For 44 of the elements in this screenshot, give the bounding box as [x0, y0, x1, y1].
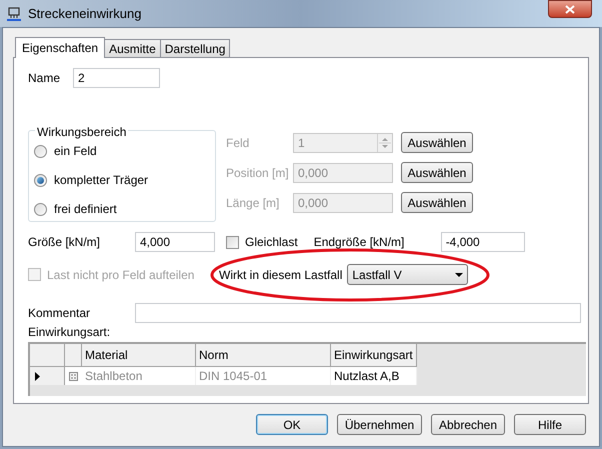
end-size-field[interactable]: -4,000	[440, 232, 525, 252]
field-label: Wirkt in diesem Lastfall	[219, 266, 342, 284]
field-label: Kommentar	[28, 305, 92, 322]
current-row-icon	[35, 372, 40, 380]
name-field[interactable]: 2	[73, 68, 160, 88]
caret-icon	[455, 272, 464, 276]
tab[interactable]: Ausmitte	[104, 39, 161, 57]
tab[interactable]: Darstellung	[160, 39, 230, 57]
radio-button[interactable]	[34, 174, 47, 186]
comment-field[interactable]	[135, 303, 581, 323]
load-case-dropdown[interactable]: Lastfall V	[347, 264, 468, 285]
radio-label: ein Feld	[54, 143, 97, 160]
expand-icon[interactable]	[69, 372, 78, 380]
dialog-button[interactable]: Übernehmen	[337, 414, 422, 435]
field-label: Name	[28, 70, 62, 87]
radio-label: kompletter Träger	[54, 172, 148, 189]
table-cell: Stahlbeton	[82, 367, 196, 385]
checkbox-label: Gleichlast	[245, 234, 298, 251]
column-header[interactable]: Einwirkungsart	[331, 344, 417, 367]
tab[interactable]: Eigenschaften	[15, 37, 106, 58]
column-header[interactable]: Material	[82, 344, 196, 367]
size-field[interactable]: 4,000	[135, 232, 215, 252]
field-label: Größe [kN/m]	[28, 234, 102, 251]
radio-label: frei definiert	[54, 201, 117, 218]
field-label: Länge [m]	[226, 194, 280, 212]
radio-button[interactable]	[34, 202, 47, 216]
field-label: Endgröße [kN/m]	[314, 234, 406, 251]
dialog-button[interactable]: Abbrechen	[431, 414, 505, 435]
field-label: Feld	[226, 134, 250, 152]
window-title: Streckeneinwirkung	[28, 4, 142, 23]
dialog-button[interactable]: OK	[256, 414, 328, 435]
radio-button[interactable]	[34, 144, 47, 158]
dialog-button[interactable]: Hilfe	[514, 414, 586, 435]
close-button[interactable]	[548, 0, 592, 18]
field-label: Position [m]	[226, 164, 290, 182]
grid-label: Einwirkungsart:	[28, 325, 112, 339]
checkbox-label: Last nicht pro Feld aufteilen	[47, 266, 196, 284]
table-cell: Nutzlast A,B	[331, 367, 417, 385]
table-cell: DIN 1045-01	[196, 367, 331, 385]
close-icon	[565, 4, 575, 14]
spin-arrows-icon	[377, 134, 392, 152]
app-icon	[6, 6, 22, 20]
checkbox[interactable]	[226, 236, 239, 248]
column-header[interactable]: Norm	[196, 344, 331, 367]
